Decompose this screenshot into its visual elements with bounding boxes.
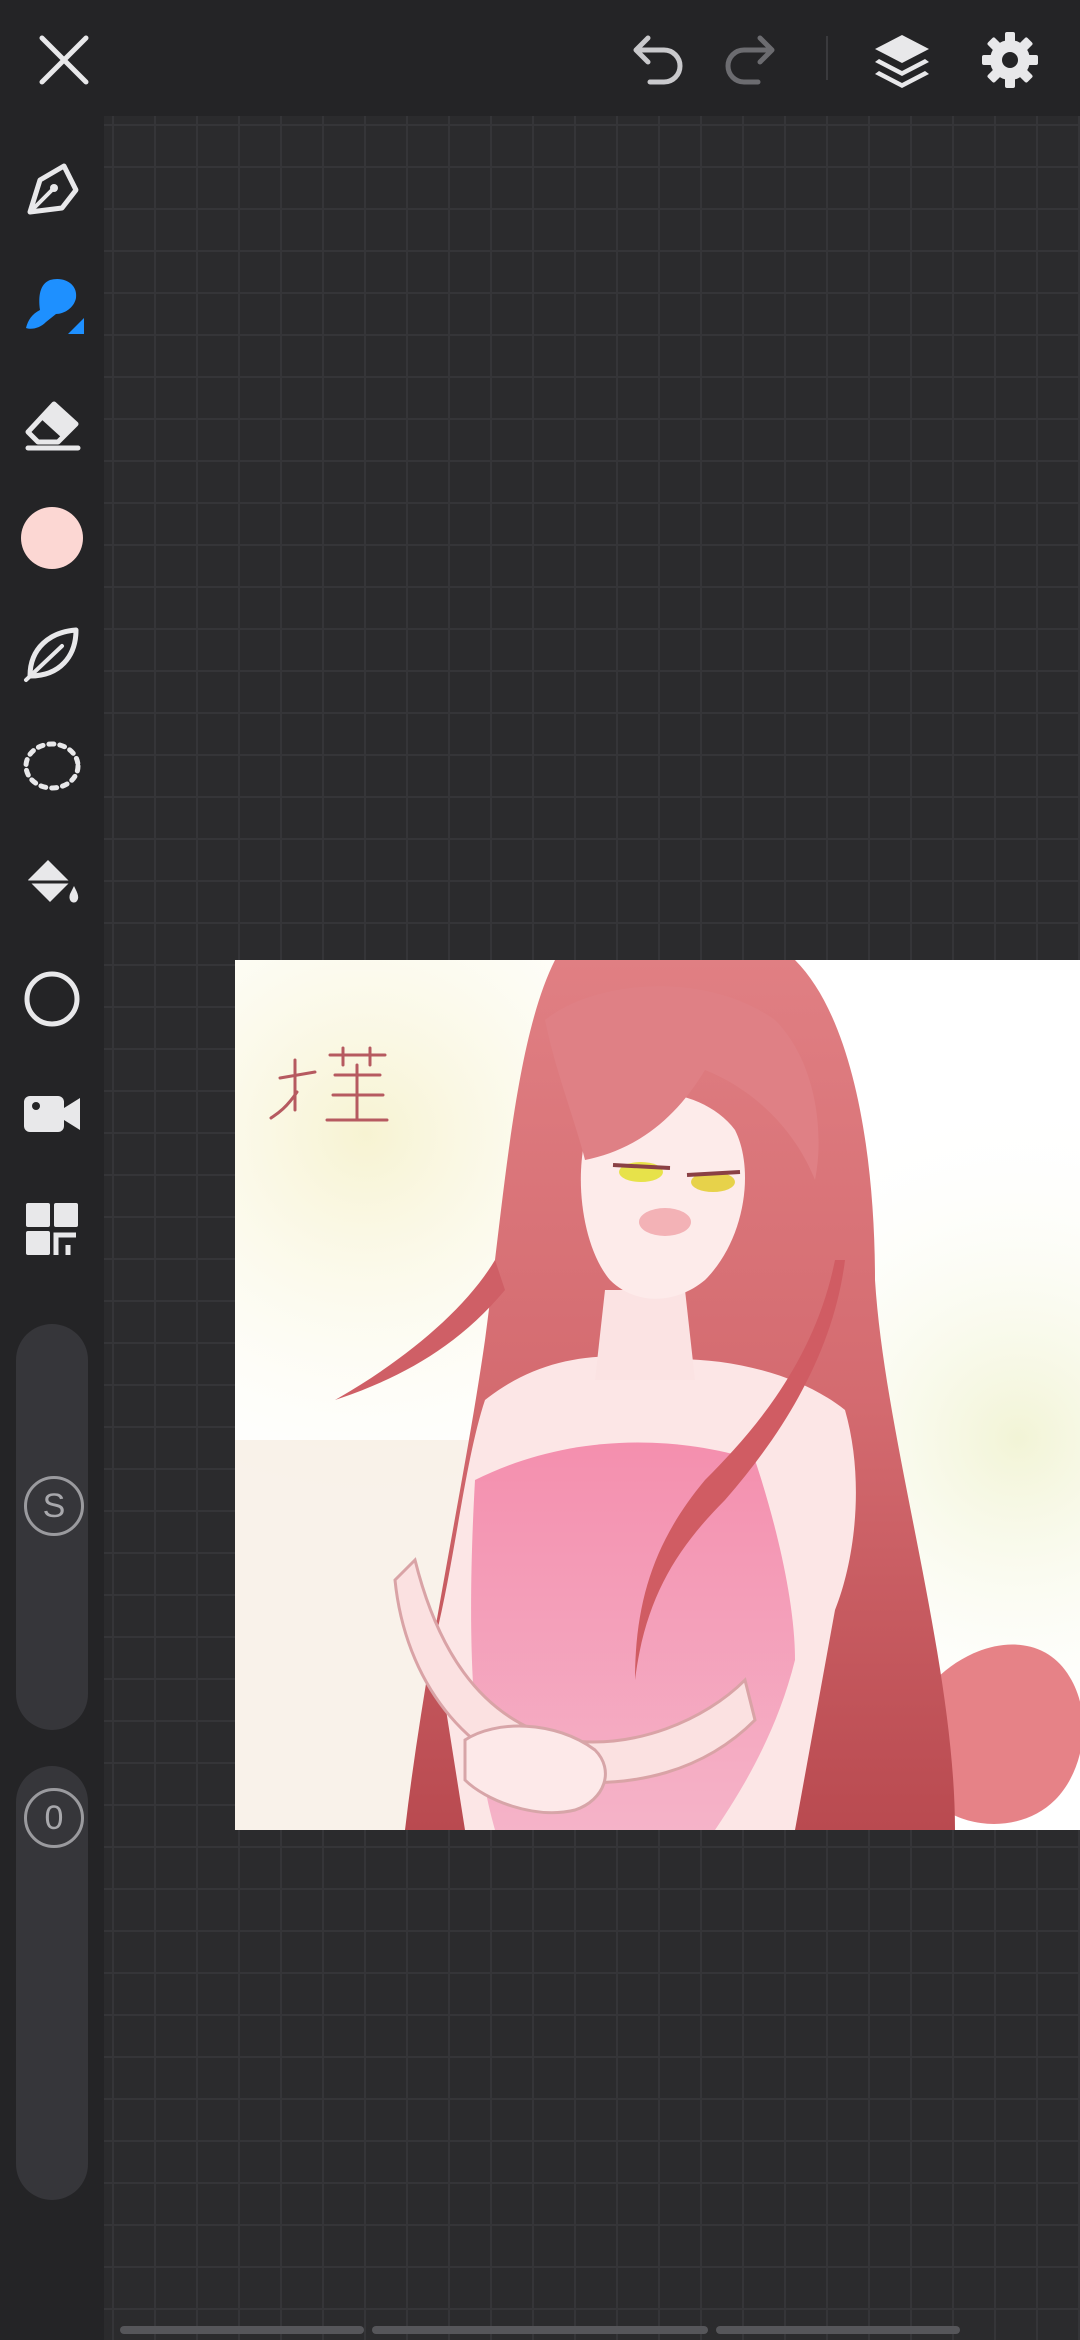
- eraser-icon: [25, 401, 81, 451]
- leaf-icon: [24, 627, 79, 682]
- canvas-workspace[interactable]: [104, 116, 1080, 2340]
- tool-gallery[interactable]: [14, 1191, 90, 1267]
- horizontal-scrollbar-segment[interactable]: [120, 2326, 364, 2334]
- grid-icon: [26, 1203, 78, 1255]
- undo-icon: [633, 35, 683, 85]
- gear-icon: [982, 32, 1038, 88]
- tool-sidebar: S0: [0, 116, 104, 2340]
- opacity-knob[interactable]: 0: [24, 1788, 84, 1848]
- close-button[interactable]: [26, 22, 102, 98]
- tool-pen[interactable]: [14, 152, 90, 228]
- settings-button[interactable]: [972, 22, 1048, 98]
- top-toolbar: [0, 0, 1080, 116]
- drawing-app: S0: [0, 0, 1080, 2340]
- brush-icon: [26, 278, 84, 334]
- tool-brush[interactable]: [14, 268, 90, 344]
- pen-icon: [27, 163, 79, 215]
- horizontal-scrollbar-thumb[interactable]: [372, 2326, 708, 2334]
- tool-color[interactable]: [14, 500, 90, 576]
- redo-button[interactable]: [714, 22, 790, 98]
- artwork-canvas[interactable]: [235, 960, 1080, 1830]
- circle-icon: [24, 971, 80, 1027]
- tool-shape[interactable]: [14, 961, 90, 1037]
- artwork-illustration: [235, 960, 1080, 1830]
- tool-fill[interactable]: [14, 846, 90, 922]
- horizontal-scrollbar-segment[interactable]: [716, 2326, 960, 2334]
- tool-record[interactable]: [14, 1076, 90, 1152]
- opacity-slider[interactable]: 0: [16, 1766, 88, 2200]
- tool-eraser[interactable]: [14, 384, 90, 460]
- brush-size-knob[interactable]: S: [24, 1476, 84, 1536]
- video-camera-icon: [24, 1096, 80, 1132]
- color-swatch: [21, 507, 83, 569]
- toolbar-divider: [826, 36, 828, 80]
- lasso-icon: [23, 741, 81, 791]
- paint-bucket-icon: [26, 860, 79, 903]
- tool-smudge[interactable]: [14, 616, 90, 692]
- layers-icon: [875, 35, 929, 88]
- undo-button[interactable]: [618, 22, 694, 98]
- brush-size-slider[interactable]: S: [16, 1324, 88, 1730]
- layers-button[interactable]: [864, 22, 940, 98]
- close-icon: [39, 35, 89, 85]
- redo-icon: [725, 35, 775, 85]
- tool-selection[interactable]: [14, 730, 90, 806]
